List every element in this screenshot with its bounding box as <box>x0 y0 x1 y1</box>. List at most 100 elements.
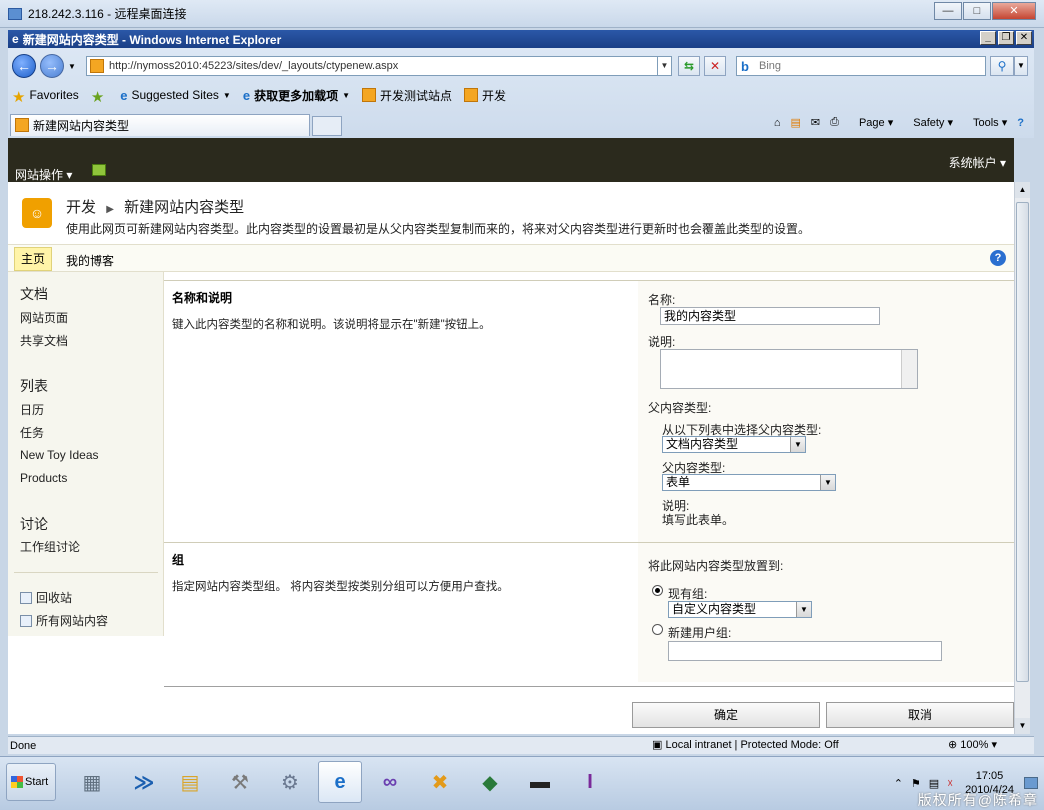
name-input[interactable]: 我的内容类型 <box>660 307 880 325</box>
dev-site-link[interactable]: 开发 <box>464 87 506 104</box>
configuration-icon[interactable]: ✖ <box>418 761 462 803</box>
visual-studio-icon[interactable]: ∞ <box>368 761 412 803</box>
chevron-down-icon: ▼ <box>790 437 805 452</box>
new-group-input[interactable] <box>668 641 942 661</box>
maximize-button[interactable]: □ <box>963 2 991 20</box>
nav-lists-header[interactable]: 列表 <box>20 376 48 396</box>
quick-launch: 文档 网站页面 共享文档 列表 日历 任务 New Toy Ideas Prod… <box>8 272 164 636</box>
status-text: Done <box>10 739 37 752</box>
search-button[interactable]: ⚲ <box>990 56 1014 76</box>
favorites-star-icon: ★ <box>12 89 26 106</box>
put-into-label: 将此网站内容类型放置到: <box>648 559 784 573</box>
zoom-level[interactable]: ⊕ 100% ▾ <box>948 738 997 751</box>
scroll-up-icon[interactable]: ▲ <box>1015 182 1030 198</box>
address-input[interactable]: http://nymoss2010:45223/sites/dev/_layou… <box>109 60 398 72</box>
nav-all-site-content[interactable]: 所有网站内容 <box>20 612 108 629</box>
breadcrumb-site-link[interactable]: 开发 <box>66 199 96 216</box>
search-options-dropdown-icon[interactable]: ▼ <box>1014 56 1028 76</box>
account-menu[interactable]: 系统帐户 ▾ <box>949 154 1006 171</box>
stop-button[interactable]: ✕ <box>704 56 726 76</box>
server-manager-icon[interactable]: ▦ <box>70 761 114 803</box>
name-label: 名称: <box>648 293 676 307</box>
show-desktop-icon[interactable] <box>1024 777 1038 789</box>
search-box[interactable]: b Bing <box>736 56 986 76</box>
nav-discussions-header[interactable]: 讨论 <box>20 514 48 534</box>
suggested-sites-link[interactable]: e Suggested Sites ▼ <box>120 88 231 103</box>
address-dropdown-icon[interactable]: ▼ <box>657 57 671 75</box>
add-to-favorites-bar-button[interactable]: ★ <box>91 88 108 106</box>
test-site-link[interactable]: 开发测试站点 <box>362 87 452 104</box>
nav-site-pages[interactable]: 网站页面 <box>20 309 68 326</box>
safety-menu[interactable]: Safety ▾ <box>903 116 953 129</box>
new-group-radio[interactable] <box>652 624 663 635</box>
sql-server-icon[interactable]: ◆ <box>468 761 512 803</box>
section-group: 组 指定网站内容类型组。 将内容类型按类别分组可以方便用户查找。 将此网站内容类… <box>164 542 1014 682</box>
section-title: 名称和说明 <box>172 291 233 305</box>
nav-calendar[interactable]: 日历 <box>20 401 44 418</box>
all-content-icon <box>20 615 32 627</box>
nav-recycle-bin[interactable]: 回收站 <box>20 589 72 606</box>
navigate-up-icon[interactable] <box>92 164 106 176</box>
start-button[interactable]: Start <box>6 763 56 801</box>
nav-new-toy-ideas[interactable]: New Toy Ideas <box>20 448 99 462</box>
ok-button[interactable]: 确定 <box>632 702 820 728</box>
internet-explorer-icon[interactable]: e <box>318 761 362 803</box>
existing-group-radio[interactable] <box>652 585 663 596</box>
page-menu[interactable]: Page ▾ <box>849 116 893 129</box>
show-hidden-icons-icon[interactable]: ⌃ <box>894 777 903 790</box>
site-actions-menu[interactable]: 网站操作 ▾ <box>15 166 72 183</box>
minimize-button[interactable]: — <box>934 2 962 20</box>
command-prompt-icon[interactable]: ▬ <box>518 761 562 803</box>
close-button[interactable]: ✕ <box>992 2 1036 20</box>
ie-minimize-button[interactable]: _ <box>980 31 996 45</box>
scrollbar-thumb[interactable] <box>1016 202 1029 682</box>
search-input[interactable]: Bing <box>759 60 781 72</box>
print-icon[interactable]: ⎙ <box>830 116 839 129</box>
compat-refresh-button[interactable]: ⇆ <box>678 56 700 76</box>
powershell-icon[interactable]: ≫ <box>122 761 166 803</box>
ie-restore-button[interactable]: ❐ <box>998 31 1014 45</box>
new-tab-button[interactable] <box>312 116 342 136</box>
favorites-button[interactable]: ★ Favorites <box>12 88 79 106</box>
help-icon[interactable]: ? <box>990 250 1006 266</box>
description-textarea[interactable] <box>660 349 918 389</box>
chevron-down-icon: ▼ <box>820 475 835 490</box>
security-zone[interactable]: ▣ Local intranet | Protected Mode: Off <box>652 738 839 751</box>
forward-button[interactable]: → <box>40 54 64 78</box>
get-addons-link[interactable]: e 获取更多加载项 ▼ <box>243 87 350 104</box>
home-icon[interactable]: ⌂ <box>774 117 781 129</box>
nav-shared-docs[interactable]: 共享文档 <box>20 332 68 349</box>
feeds-icon[interactable]: ▤ <box>791 116 801 129</box>
parent-group-select[interactable]: 文档内容类型 ▼ <box>662 436 806 453</box>
command-bar: ⌂ ▤ ✉ ⎙ Page ▾ Safety ▾ Tools ▾ ? <box>764 116 1024 129</box>
nav-tasks[interactable]: 任务 <box>20 424 44 441</box>
action-center-flag-icon[interactable]: ⚑ <box>911 777 921 790</box>
textarea-scrollbar[interactable] <box>901 350 917 388</box>
cancel-button[interactable]: 取消 <box>826 702 1014 728</box>
recent-pages-dropdown-icon[interactable]: ▼ <box>68 62 76 71</box>
address-bar[interactable]: http://nymoss2010:45223/sites/dev/_layou… <box>86 56 672 76</box>
tools-menu[interactable]: Tools ▾ <box>963 116 1007 129</box>
settings-gear-icon[interactable]: ⚙ <box>268 761 312 803</box>
nav-home-tab[interactable]: 主页 <box>14 247 53 271</box>
nav-documents-header[interactable]: 文档 <box>20 284 48 304</box>
existing-group-select[interactable]: 自定义内容类型 ▼ <box>668 601 812 618</box>
infopath-icon[interactable]: I <box>568 761 612 803</box>
nav-products[interactable]: Products <box>20 471 67 485</box>
network-icon[interactable]: ▤ <box>929 777 939 790</box>
ie-window-title: 新建网站内容类型 - Windows Internet Explorer <box>22 32 282 47</box>
mail-icon[interactable]: ✉ <box>811 116 820 129</box>
nav-team-discussion[interactable]: 工作组讨论 <box>20 538 80 555</box>
explorer-icon[interactable]: ▤ <box>168 761 212 803</box>
ie-close-button[interactable]: ✕ <box>1016 31 1032 45</box>
tab-current[interactable]: 新建网站内容类型 <box>10 114 310 136</box>
tools-icon[interactable]: ⚒ <box>218 761 262 803</box>
parent-type-select[interactable]: 表单 ▼ <box>662 474 836 491</box>
volume-muted-icon[interactable]: ☓ <box>947 777 953 790</box>
section-description: 键入此内容类型的名称和说明。该说明将显示在"新建"按钮上。 <box>172 319 491 331</box>
scroll-down-icon[interactable]: ▼ <box>1015 718 1030 734</box>
page-scrollbar[interactable]: ▲ ▼ <box>1014 182 1030 734</box>
nav-blog-link[interactable]: 我的博客 <box>66 252 114 269</box>
back-button[interactable]: ← <box>12 54 36 78</box>
help-icon[interactable]: ? <box>1017 117 1024 129</box>
